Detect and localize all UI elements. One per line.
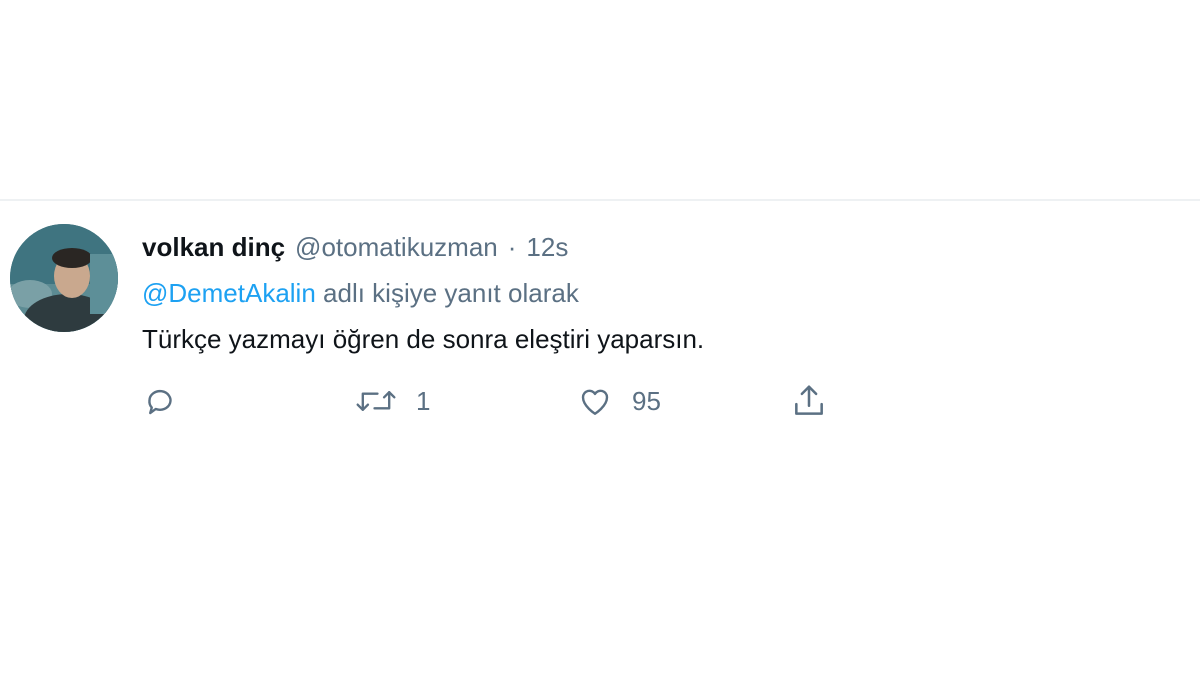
like-button[interactable]: 95: [576, 381, 661, 421]
tweet-actions: 1 95: [142, 381, 862, 421]
retweet-icon: [356, 391, 396, 411]
heart-icon: [581, 389, 609, 415]
display-name[interactable]: volkan dinç: [142, 229, 285, 265]
reply-icon: [148, 389, 172, 415]
avatar[interactable]: [10, 224, 118, 332]
reply-button[interactable]: [142, 381, 178, 421]
reply-context: @DemetAkalin adlı kişiye yanıt olarak: [142, 275, 579, 311]
share-button[interactable]: [790, 381, 828, 421]
avatar-image: [10, 224, 118, 332]
retweet-count: 1: [416, 385, 431, 416]
reply-context-text: adlı kişiye yanıt olarak: [323, 278, 579, 308]
timestamp[interactable]: 12s: [526, 229, 568, 265]
tweet[interactable]: volkan dinç @otomatikuzman · 12s @DemetA…: [0, 201, 1200, 441]
page: volkan dinç @otomatikuzman · 12s @DemetA…: [0, 0, 1200, 675]
user-handle[interactable]: @otomatikuzman: [295, 229, 498, 265]
reply-mention-link[interactable]: @DemetAkalin: [142, 278, 316, 308]
tweet-header: volkan dinç @otomatikuzman · 12s: [142, 229, 568, 265]
share-icon: [795, 385, 823, 415]
retweet-button[interactable]: 1: [354, 381, 430, 421]
like-count: 95: [632, 385, 661, 416]
tweet-text: Türkçe yazmayı öğren de sonra eleştiri y…: [142, 324, 705, 354]
header-separator: ·: [507, 232, 517, 262]
